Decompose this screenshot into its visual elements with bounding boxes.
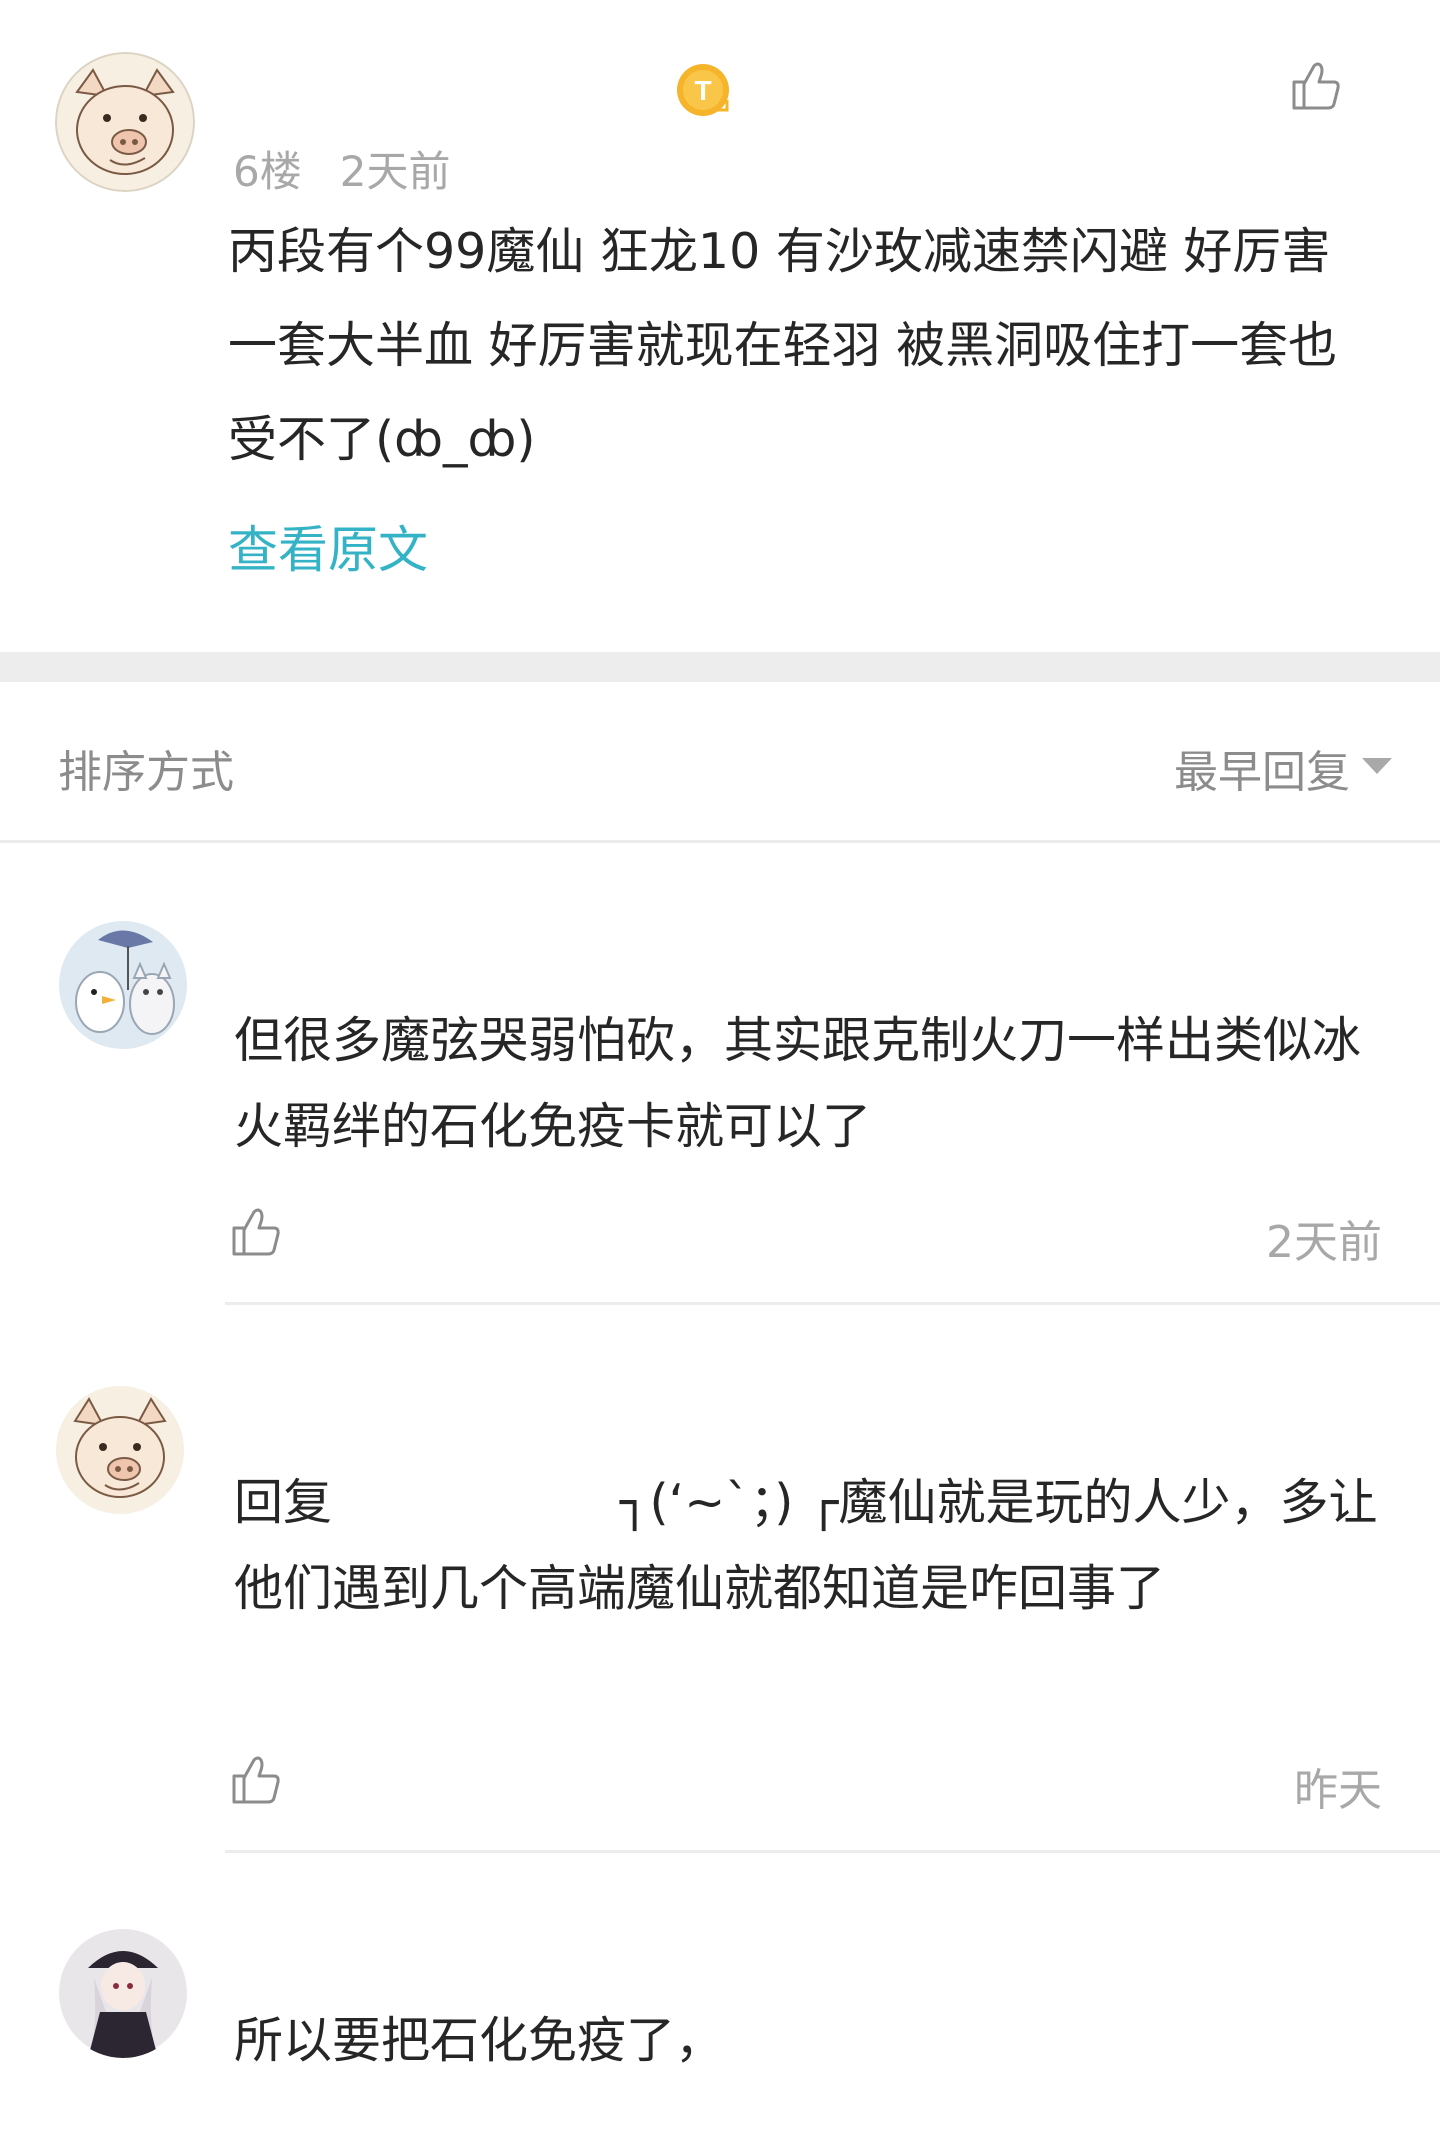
reply-avatar[interactable] [58, 920, 188, 1050]
reply-text: 回复 ┐(‘~`；) ┌魔仙就是玩的人少，多让他们遇到几个高端魔仙就都知道是咋回事… [234, 1460, 1384, 1632]
caret-down-icon[interactable] [1362, 758, 1392, 774]
reply-avatar[interactable] [58, 1928, 188, 2058]
reply-time: 昨天 [1294, 1765, 1382, 1816]
svg-text:T: T [694, 75, 711, 106]
sort-label: 排序方式 [58, 747, 234, 798]
floor-number: 6楼 [233, 147, 302, 196]
post-time: 2天前 [339, 147, 451, 196]
thumbs-up-icon[interactable] [1288, 58, 1344, 114]
reply-time: 2天前 [1266, 1217, 1382, 1268]
sort-bar: 排序方式 最早回复 [0, 682, 1440, 843]
view-original-link[interactable]: 查看原文 [228, 510, 428, 582]
reply-avatar[interactable] [55, 1385, 185, 1515]
post-author-avatar[interactable] [55, 52, 195, 192]
section-separator [0, 652, 1440, 682]
reply-text-tail: ┐(‘~`；) ┌魔仙就是玩的人少，多让他们遇到几个高端魔仙就都知道是咋回事了 [234, 1474, 1378, 1617]
thumbs-up-icon[interactable] [228, 1204, 284, 1260]
thumbs-up-icon[interactable] [228, 1752, 284, 1808]
post-meta: 6楼 2天前 [233, 138, 450, 199]
reply-text: 但很多魔弦哭弱怕砍，其实跟克制火刀一样出类似冰火羁绊的石化免疫卡就可以了 [234, 1012, 1362, 1155]
post-body: 丙段有个99魔仙 狂龙10 有沙玫减速禁闪避 好厉害一套大半血 好厉害就现在轻羽… [228, 223, 1338, 468]
sort-dropdown[interactable]: 最早回复 [1174, 736, 1350, 800]
divider [225, 1850, 1440, 1853]
coin-badge-icon: T [675, 62, 731, 118]
reply-prefix: 回复 [234, 1474, 333, 1531]
reply-text: 所以要把石化免疫了， [234, 2012, 725, 2069]
divider [225, 1302, 1440, 1305]
